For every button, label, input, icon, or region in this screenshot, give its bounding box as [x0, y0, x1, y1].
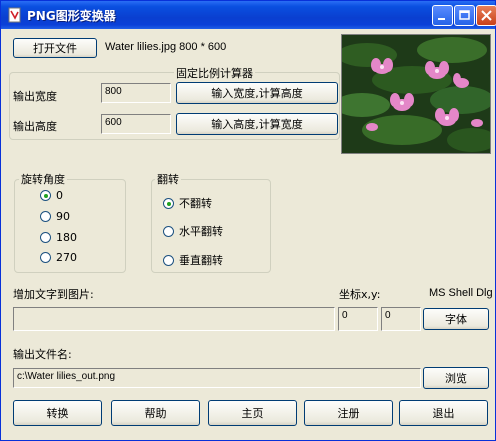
window-title: PNG图形变换器 — [27, 9, 116, 23]
radio-dot — [40, 190, 51, 201]
add-text-label: 增加文字到图片: — [13, 288, 94, 301]
convert-button[interactable]: 转换 — [13, 400, 102, 426]
overlay-text-input[interactable] — [13, 307, 335, 331]
radio-dot — [163, 254, 174, 266]
rotate-legend: 旋转角度 — [19, 171, 67, 187]
help-button-label: 帮助 — [144, 407, 167, 420]
radio-dot — [40, 232, 51, 243]
x-coord-input[interactable]: 0 — [338, 307, 378, 331]
browse-button[interactable]: 浏览 — [423, 367, 489, 389]
open-file-label: 打开文件 — [33, 42, 77, 55]
ratio-calculator-legend: 固定比例计算器 — [174, 65, 255, 81]
height-label: 输出高度 — [13, 120, 57, 133]
convert-button-label: 转换 — [46, 407, 69, 420]
rotate-option-label: 180 — [56, 231, 77, 244]
rotate-option-90[interactable]: 90 — [40, 210, 70, 223]
register-button[interactable]: 注册 — [304, 400, 393, 426]
calc-height-label: 输入宽度,计算高度 — [211, 87, 303, 100]
rotate-option-label: 270 — [56, 251, 77, 264]
file-info: Water lilies.jpg 800 * 600 — [105, 41, 227, 53]
close-button[interactable] — [476, 5, 496, 26]
radio-dot — [40, 252, 51, 263]
preview-image — [341, 34, 491, 154]
rotate-option-270[interactable]: 270 — [40, 251, 77, 264]
rotate-option-0[interactable]: 0 — [40, 189, 63, 202]
maximize-icon — [459, 10, 470, 20]
height-input[interactable]: 600 — [101, 114, 171, 134]
radio-dot — [163, 225, 174, 237]
calc-height-button[interactable]: 输入宽度,计算高度 — [176, 82, 338, 104]
font-name-label: MS Shell Dlg 2 — [429, 287, 496, 299]
flip-option-horizontal[interactable]: 水平翻转 — [163, 223, 223, 239]
font-button-label: 字体 — [445, 313, 467, 326]
radio-dot — [163, 197, 174, 209]
flip-option-label: 垂直翻转 — [179, 254, 223, 267]
radio-dot — [40, 211, 51, 222]
exit-button[interactable]: 退出 — [399, 400, 488, 426]
calc-width-label: 输入高度,计算宽度 — [211, 118, 303, 131]
flip-legend: 翻转 — [155, 171, 181, 187]
maximize-button[interactable] — [454, 5, 475, 26]
coord-label: 坐标x,y: — [339, 288, 381, 301]
exit-button-label: 退出 — [432, 407, 455, 420]
home-button[interactable]: 主页 — [208, 400, 297, 426]
home-button-label: 主页 — [241, 407, 264, 420]
title-bar[interactable]: PNG图形变换器 — [1, 1, 496, 29]
app-window: PNG图形变换器 打开文件 Water lilies.jpg 800 * 600… — [0, 0, 496, 441]
width-label: 输出宽度 — [13, 90, 57, 103]
y-coord-input[interactable]: 0 — [381, 307, 421, 331]
flip-option-vertical[interactable]: 垂直翻转 — [163, 252, 223, 268]
water-lilies-image — [342, 35, 490, 153]
minimize-icon — [438, 18, 445, 20]
output-filename-input[interactable]: c:\Water lilies_out.png — [13, 368, 421, 388]
font-button[interactable]: 字体 — [423, 308, 489, 330]
app-icon — [8, 7, 21, 23]
open-file-button[interactable]: 打开文件 — [13, 38, 97, 58]
output-filename-label: 输出文件名: — [13, 348, 72, 361]
flip-option-label: 水平翻转 — [179, 225, 223, 238]
help-button[interactable]: 帮助 — [111, 400, 200, 426]
flip-option-none[interactable]: 不翻转 — [163, 195, 212, 211]
rotate-option-180[interactable]: 180 — [40, 231, 77, 244]
calc-width-button[interactable]: 输入高度,计算宽度 — [176, 113, 338, 135]
browse-button-label: 浏览 — [445, 372, 467, 385]
minimize-button[interactable] — [432, 5, 453, 26]
flip-option-label: 不翻转 — [179, 197, 212, 210]
rotate-option-label: 0 — [56, 189, 63, 202]
register-button-label: 注册 — [337, 407, 360, 420]
close-icon — [481, 10, 492, 21]
rotate-option-label: 90 — [56, 210, 70, 223]
width-input[interactable]: 800 — [101, 83, 171, 103]
